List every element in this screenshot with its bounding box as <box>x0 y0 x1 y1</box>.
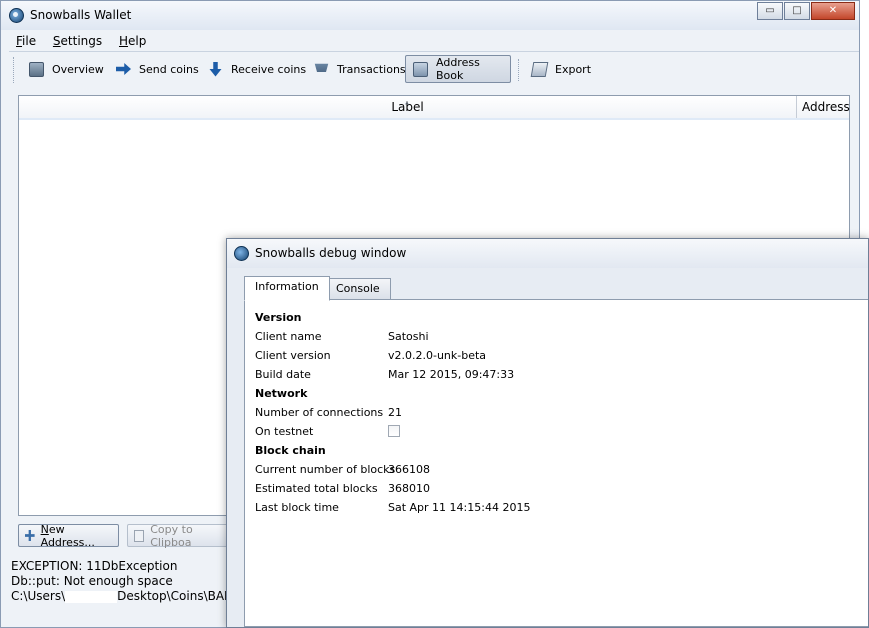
toolbar: Overview Send coins Receive coins Transa… <box>9 53 859 87</box>
title-bar[interactable]: Snowballs Wallet ▭ □ ✕ <box>1 1 859 30</box>
close-button[interactable]: ✕ <box>811 2 855 20</box>
maximize-button[interactable]: □ <box>784 2 810 20</box>
menu-settings[interactable]: Settings <box>46 31 108 48</box>
minimize-button[interactable]: ▭ <box>757 2 783 20</box>
build-date-label: Build date <box>255 368 311 381</box>
transactions-button[interactable]: Transactions <box>306 55 414 83</box>
build-date-value: Mar 12 2015, 09:47:33 <box>388 368 515 381</box>
send-coins-button[interactable]: Send coins <box>108 55 207 83</box>
column-header-address[interactable]: Address <box>797 96 850 118</box>
section-version: Version <box>255 311 302 324</box>
window-title: Snowballs Wallet <box>30 8 132 22</box>
copy-to-clipboard-button[interactable]: Copy to Clipboa <box>127 523 237 549</box>
testnet-checkbox <box>388 425 400 437</box>
table-header: ^ Label Address <box>19 96 850 119</box>
overview-icon <box>29 61 44 77</box>
testnet-label: On testnet <box>255 425 314 438</box>
plus-icon <box>25 530 35 541</box>
client-name-label: Client name <box>255 330 322 343</box>
client-name-value: Satoshi <box>388 330 429 343</box>
table-row[interactable] <box>19 118 849 120</box>
window-controls: ▭ □ ✕ <box>756 2 855 21</box>
redacted-username <box>65 590 118 603</box>
address-book-button[interactable]: Address Book <box>405 55 511 83</box>
menu-help[interactable]: Help <box>112 31 152 48</box>
sort-ascending-icon: ^ <box>404 102 410 110</box>
connections-value: 21 <box>388 406 402 419</box>
receive-arrow-icon <box>209 61 222 77</box>
transactions-cart-icon <box>314 63 329 72</box>
current-blocks-value: 366108 <box>388 463 430 476</box>
snowball-app-icon <box>9 8 24 23</box>
send-arrow-icon <box>116 63 131 75</box>
export-icon <box>530 61 549 77</box>
status-exception: EXCEPTION: 11DbException <box>11 559 178 573</box>
estimated-blocks-value: 368010 <box>388 482 430 495</box>
last-block-time-label: Last block time <box>255 501 339 514</box>
debug-window-title: Snowballs debug window <box>255 246 407 260</box>
address-book-icon <box>413 61 428 77</box>
receive-coins-button[interactable]: Receive coins <box>200 55 314 83</box>
debug-title-bar[interactable]: Snowballs debug window <box>227 239 868 268</box>
client-version-value: v2.0.2.0-unk-beta <box>388 349 487 362</box>
status-db-error: Db::put: Not enough space <box>11 574 173 588</box>
overview-button[interactable]: Overview <box>21 55 112 83</box>
debug-window: Snowballs debug window Information Conso… <box>226 238 869 628</box>
toolbar-grip[interactable] <box>13 57 17 83</box>
menu-bar: File Settings Help <box>9 31 859 52</box>
tab-information[interactable]: Information <box>244 276 330 301</box>
last-block-time-value: Sat Apr 11 14:15:44 2015 <box>388 501 531 514</box>
status-path: C:\Users\ Desktop\Coins\BALLS <box>11 589 246 603</box>
export-button[interactable]: Export <box>524 55 599 83</box>
new-address-button[interactable]: New Address... <box>18 523 119 549</box>
tab-console[interactable]: Console <box>325 278 391 300</box>
copy-icon <box>134 529 145 542</box>
menu-file[interactable]: File <box>9 31 42 48</box>
estimated-blocks-label: Estimated total blocks <box>255 482 378 495</box>
section-block-chain: Block chain <box>255 444 326 457</box>
column-header-label[interactable]: ^ Label <box>19 96 797 118</box>
client-version-label: Client version <box>255 349 331 362</box>
snowball-app-icon <box>234 246 249 261</box>
section-network: Network <box>255 387 308 400</box>
connections-label: Number of connections <box>255 406 384 419</box>
toolbar-separator <box>518 59 520 81</box>
current-blocks-label: Current number of blocks <box>255 463 396 476</box>
